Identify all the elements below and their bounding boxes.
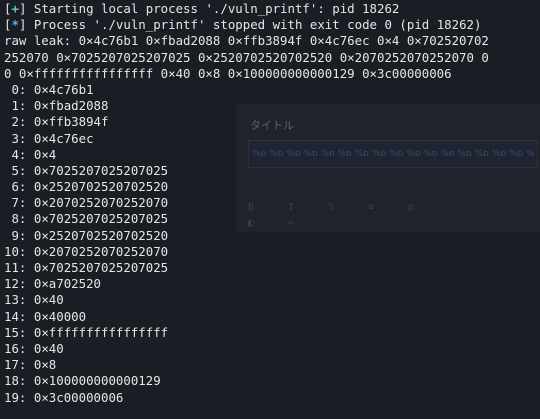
leak-value: 0×4 xyxy=(33,146,57,162)
success-icon: + xyxy=(11,1,19,16)
leak-row: 13: 0×40 xyxy=(4,292,540,308)
leak-row: 15: 0×ffffffffffffffff xyxy=(4,325,540,341)
status-line-stopped: [*] Process './vuln_printf' stopped with… xyxy=(4,17,482,33)
leak-row: 18: 0×100000000000129 xyxy=(4,373,540,389)
terminal-output: [+] Starting local process './vuln_print… xyxy=(4,1,540,406)
info-icon: * xyxy=(11,17,19,33)
leak-value: 0×2070252070252070 xyxy=(33,243,169,259)
leak-index: 0: xyxy=(4,81,27,97)
leak-value: 0×8 xyxy=(33,357,57,373)
raw-leak-line: 252070 0×7025207025207025 0×252070252070… xyxy=(4,49,489,65)
status-text: Starting local process './vuln_printf': … xyxy=(26,1,400,16)
leak-index: 7: xyxy=(4,195,27,211)
leak-index: 12: xyxy=(4,276,27,292)
terminal-window[interactable]: タイトル %p %p %p %p %p %p %p %p %p %p %p %p… xyxy=(0,0,540,419)
leak-value: 0×4c76ec xyxy=(33,130,94,146)
leak-index: 17: xyxy=(4,357,27,373)
leak-row: 16: 0×40 xyxy=(4,341,540,357)
status-line-start: [+] Starting local process './vuln_print… xyxy=(4,1,400,16)
leak-list: 0: 0×4c76b1 1: 0×fbad2088 2: 0×ffb3894f … xyxy=(4,82,540,406)
leak-row: 10: 0×2070252070252070 xyxy=(4,244,540,260)
leak-index: 10: xyxy=(4,243,27,259)
leak-row: 19: 0×3c00000006 xyxy=(4,390,540,406)
leak-row: 7: 0×2070252070252070 xyxy=(4,195,540,211)
leak-value: 0×fbad2088 xyxy=(33,98,109,114)
leak-value: 0×2070252070252070 xyxy=(33,195,169,211)
leak-value: 0×7025207025207025 xyxy=(33,211,169,227)
raw-leak-line: 0 0×ffffffffffffffff 0×40 0×8 0×10000000… xyxy=(4,65,452,81)
leak-value: 0×2520702520702520 xyxy=(33,227,169,243)
leak-index: 18: xyxy=(4,373,27,389)
leak-row: 17: 0×8 xyxy=(4,357,540,373)
leak-row: 8: 0×7025207025207025 xyxy=(4,211,540,227)
leak-index: 16: xyxy=(4,340,27,356)
leak-row: 5: 0×7025207025207025 xyxy=(4,163,540,179)
leak-value: 0×2520702520702520 xyxy=(33,179,169,195)
leak-index: 5: xyxy=(4,162,27,178)
raw-leak-line: raw leak: 0×4c76b1 0×fbad2088 0×ffb3894f… xyxy=(4,33,489,49)
leak-row: 9: 0×2520702520702520 xyxy=(4,228,540,244)
leak-row: 2: 0×ffb3894f xyxy=(4,114,540,130)
leak-row: 4: 0×4 xyxy=(4,147,540,163)
leak-index: 11: xyxy=(4,260,27,275)
leak-index: 4: xyxy=(4,146,27,162)
leak-index: 15: xyxy=(4,324,27,340)
leak-value: 0×ffb3894f xyxy=(33,114,109,130)
leak-value: 0×40 xyxy=(33,340,64,356)
leak-value: 0×7025207025207025 xyxy=(33,260,169,275)
leak-value: 0×a702520 xyxy=(33,276,101,292)
leak-row: 0: 0×4c76b1 xyxy=(4,82,540,98)
leak-value: 0×3c00000006 xyxy=(33,389,124,405)
leak-value: 0×40000 xyxy=(33,308,87,324)
leak-index: 2: xyxy=(4,114,27,130)
leak-row: 1: 0×fbad2088 xyxy=(4,98,540,114)
leak-index: 8: xyxy=(4,211,27,227)
leak-index: 3: xyxy=(4,130,27,146)
leak-row: 11: 0×7025207025207025 xyxy=(4,260,540,276)
status-text: Process './vuln_printf' stopped with exi… xyxy=(26,17,482,33)
leak-row: 6: 0×2520702520702520 xyxy=(4,179,540,195)
leak-index: 6: xyxy=(4,179,27,195)
leak-value: 0×7025207025207025 xyxy=(33,162,169,178)
leak-row: 14: 0×40000 xyxy=(4,309,540,325)
leak-value: 0×ffffffffffffffff xyxy=(33,324,169,340)
leak-value: 0×100000000000129 xyxy=(33,373,161,389)
leak-row: 3: 0×4c76ec xyxy=(4,131,540,147)
leak-index: 14: xyxy=(4,308,27,324)
leak-index: 13: xyxy=(4,292,27,308)
leak-value: 0×40 xyxy=(33,292,64,308)
leak-row: 12: 0×a702520 xyxy=(4,276,540,292)
leak-index: 9: xyxy=(4,227,27,243)
leak-index: 1: xyxy=(4,98,27,114)
leak-index: 19: xyxy=(4,389,27,405)
leak-value: 0×4c76b1 xyxy=(33,81,94,97)
